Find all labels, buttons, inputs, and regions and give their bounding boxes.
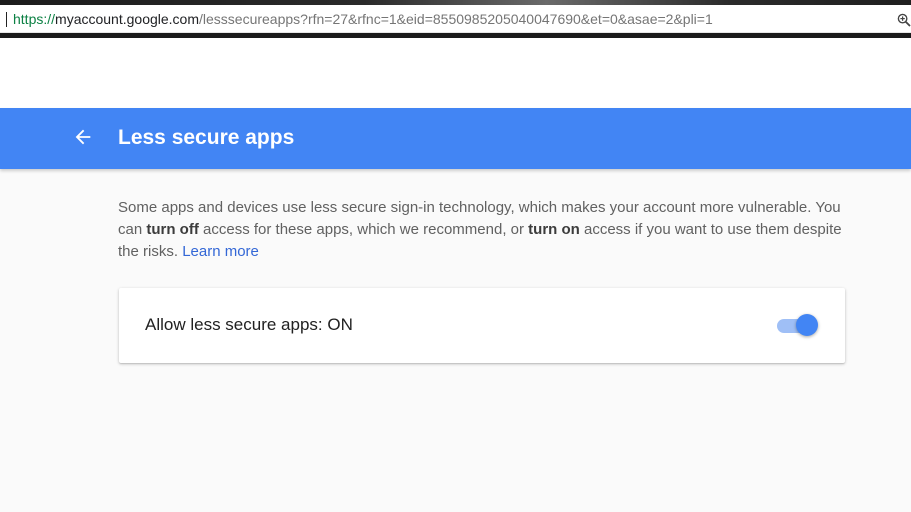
page-top-area: [0, 38, 911, 108]
zoom-magnifier-icon[interactable]: [897, 13, 911, 27]
app-bar: Less secure apps: [0, 108, 911, 169]
learn-more-link[interactable]: Learn more: [182, 243, 259, 260]
url-text[interactable]: https://myaccount.google.com/lesssecurea…: [13, 11, 713, 27]
arrow-back-icon: [72, 126, 94, 153]
address-bar-caret: [6, 12, 7, 27]
back-button[interactable]: [64, 120, 102, 158]
page-title: Less secure apps: [118, 126, 295, 149]
allow-less-secure-apps-toggle[interactable]: [776, 312, 820, 338]
setting-card: Allow less secure apps: ON: [119, 288, 845, 363]
description-text: Some apps and devices use less secure si…: [118, 197, 848, 263]
url-path: /lesssecureapps?rfn=27&rfnc=1&eid=855098…: [199, 11, 713, 27]
description-turn-on: turn on: [528, 221, 580, 238]
setting-label: Allow less secure apps: ON: [145, 315, 353, 334]
description-turn-off: turn off: [146, 221, 199, 238]
url-scheme: https://: [13, 11, 56, 27]
toggle-thumb[interactable]: [796, 314, 818, 336]
address-bar[interactable]: https://myaccount.google.com/lesssecurea…: [0, 5, 911, 33]
description-part-2: access for these apps, which we recommen…: [198, 221, 529, 238]
url-host: myaccount.google.com: [55, 11, 199, 27]
